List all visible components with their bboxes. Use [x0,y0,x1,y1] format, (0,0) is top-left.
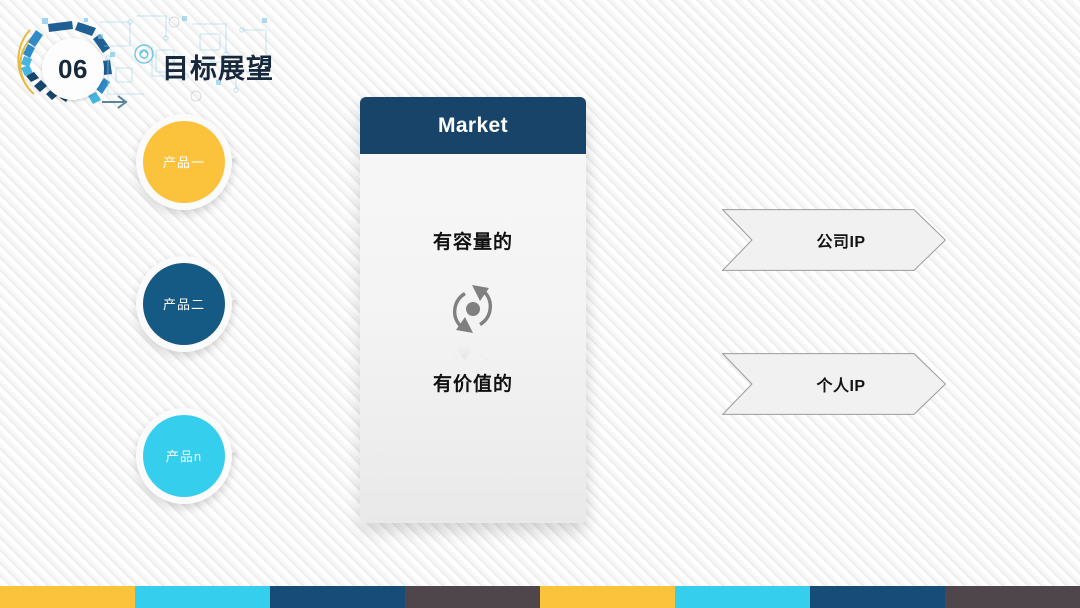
slide-canvas: 06 目标展望 产品一 产品二 产品n Market 有容量的 有价值的 公司I… [0,0,1080,608]
slide-header: 06 目标展望 [0,0,420,120]
bubble-fill: 产品二 [143,263,225,345]
product-bubble-3[interactable]: 产品n [136,408,236,504]
product-bubble-label: 产品二 [162,296,205,312]
market-card-title: Market [437,113,509,137]
bubble-fill: 产品n [143,415,225,497]
refresh-cycle-icon [453,285,492,361]
chevron-banner-2[interactable]: 个人IP [722,353,946,415]
footer-segment [945,586,1080,608]
footer-color-bar [0,586,1080,608]
footer-segment [405,586,540,608]
chevron-banner-label: 个人IP [816,378,866,395]
footer-segment [675,586,810,608]
footer-segment [135,586,270,608]
market-card[interactable]: Market 有容量的 有价值的 [360,97,586,523]
product-bubble-1[interactable]: 产品一 [136,114,236,210]
cycle-icon-container [360,277,586,363]
bubble-fill: 产品一 [143,121,225,203]
product-bubble-label: 产品一 [162,154,205,170]
footer-segment [0,586,135,608]
chevron-banner-label: 公司IP [816,234,866,251]
market-card-text-top: 有容量的 [432,232,513,253]
product-bubble-2[interactable]: 产品二 [136,256,236,352]
chevron-banner-1[interactable]: 公司IP [722,209,946,271]
market-card-text-bottom: 有价值的 [432,374,513,395]
market-card-header: Market [360,97,586,154]
section-number-circle: 06 [42,38,104,100]
section-number: 06 [58,54,88,84]
footer-segment [810,586,945,608]
footer-segment [270,586,405,608]
page-title: 目标展望 [162,54,274,84]
footer-segment [540,586,675,608]
product-bubble-label: 产品n [165,448,203,464]
